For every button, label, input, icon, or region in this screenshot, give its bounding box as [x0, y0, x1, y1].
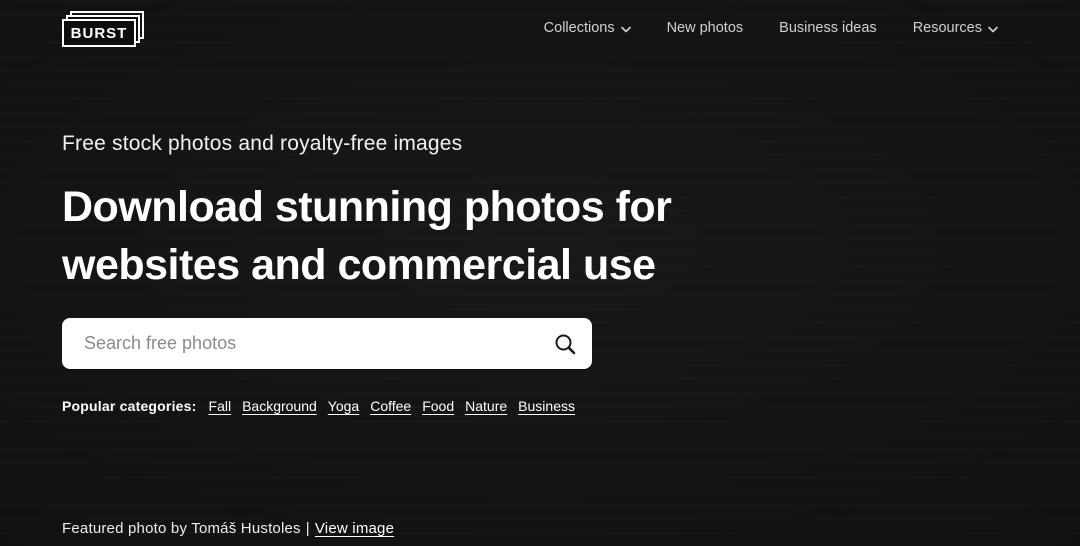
nav-business-ideas-label: Business ideas: [779, 20, 877, 36]
view-image-link[interactable]: View image: [315, 520, 394, 537]
search-button[interactable]: [538, 318, 592, 369]
nav-collections[interactable]: Collections: [544, 20, 631, 36]
nav-business-ideas[interactable]: Business ideas: [779, 20, 877, 36]
category-link-coffee[interactable]: Coffee: [370, 398, 411, 414]
category-link-background[interactable]: Background: [242, 398, 317, 414]
popular-categories: Popular categories: Fall Background Yoga…: [62, 398, 575, 414]
category-link-yoga[interactable]: Yoga: [328, 398, 359, 414]
chevron-down-icon: [988, 26, 998, 33]
burst-logo-text: BURST: [62, 19, 136, 47]
category-link-business[interactable]: Business: [518, 398, 575, 414]
page-title-line-2: websites and commercial use: [62, 241, 656, 289]
nav-new-photos-label: New photos: [666, 20, 744, 36]
popular-categories-label: Popular categories:: [62, 398, 197, 414]
nav-new-photos[interactable]: New photos: [667, 20, 744, 36]
credit-text: Featured photo by Tomáš Hustoles: [62, 520, 301, 537]
burst-logo[interactable]: BURST: [62, 11, 150, 49]
credit-separator: |: [305, 520, 310, 537]
chevron-down-icon: [620, 26, 631, 33]
nav-resources-label: Resources: [912, 20, 982, 36]
category-link-fall[interactable]: Fall: [209, 398, 232, 414]
main-nav: Collections New photos Business ideas Re…: [544, 20, 998, 36]
nav-collections-label: Collections: [543, 20, 615, 36]
category-link-food[interactable]: Food: [422, 398, 454, 414]
search-form: [62, 318, 592, 369]
page-title: Download stunning photos for websites an…: [62, 178, 672, 294]
featured-photo-credit: Featured photo by Tomáš Hustoles | View im…: [62, 520, 394, 537]
page-title-line-1: Download stunning photos for: [62, 183, 672, 231]
category-link-nature[interactable]: Nature: [465, 398, 507, 414]
search-input[interactable]: [62, 318, 538, 369]
burst-homepage: BURST Collections New photos Business id…: [0, 0, 1080, 546]
hero-subtitle: Free stock photos and royalty-free image…: [62, 132, 463, 155]
search-icon: [553, 332, 577, 356]
nav-resources[interactable]: Resources: [913, 20, 998, 36]
